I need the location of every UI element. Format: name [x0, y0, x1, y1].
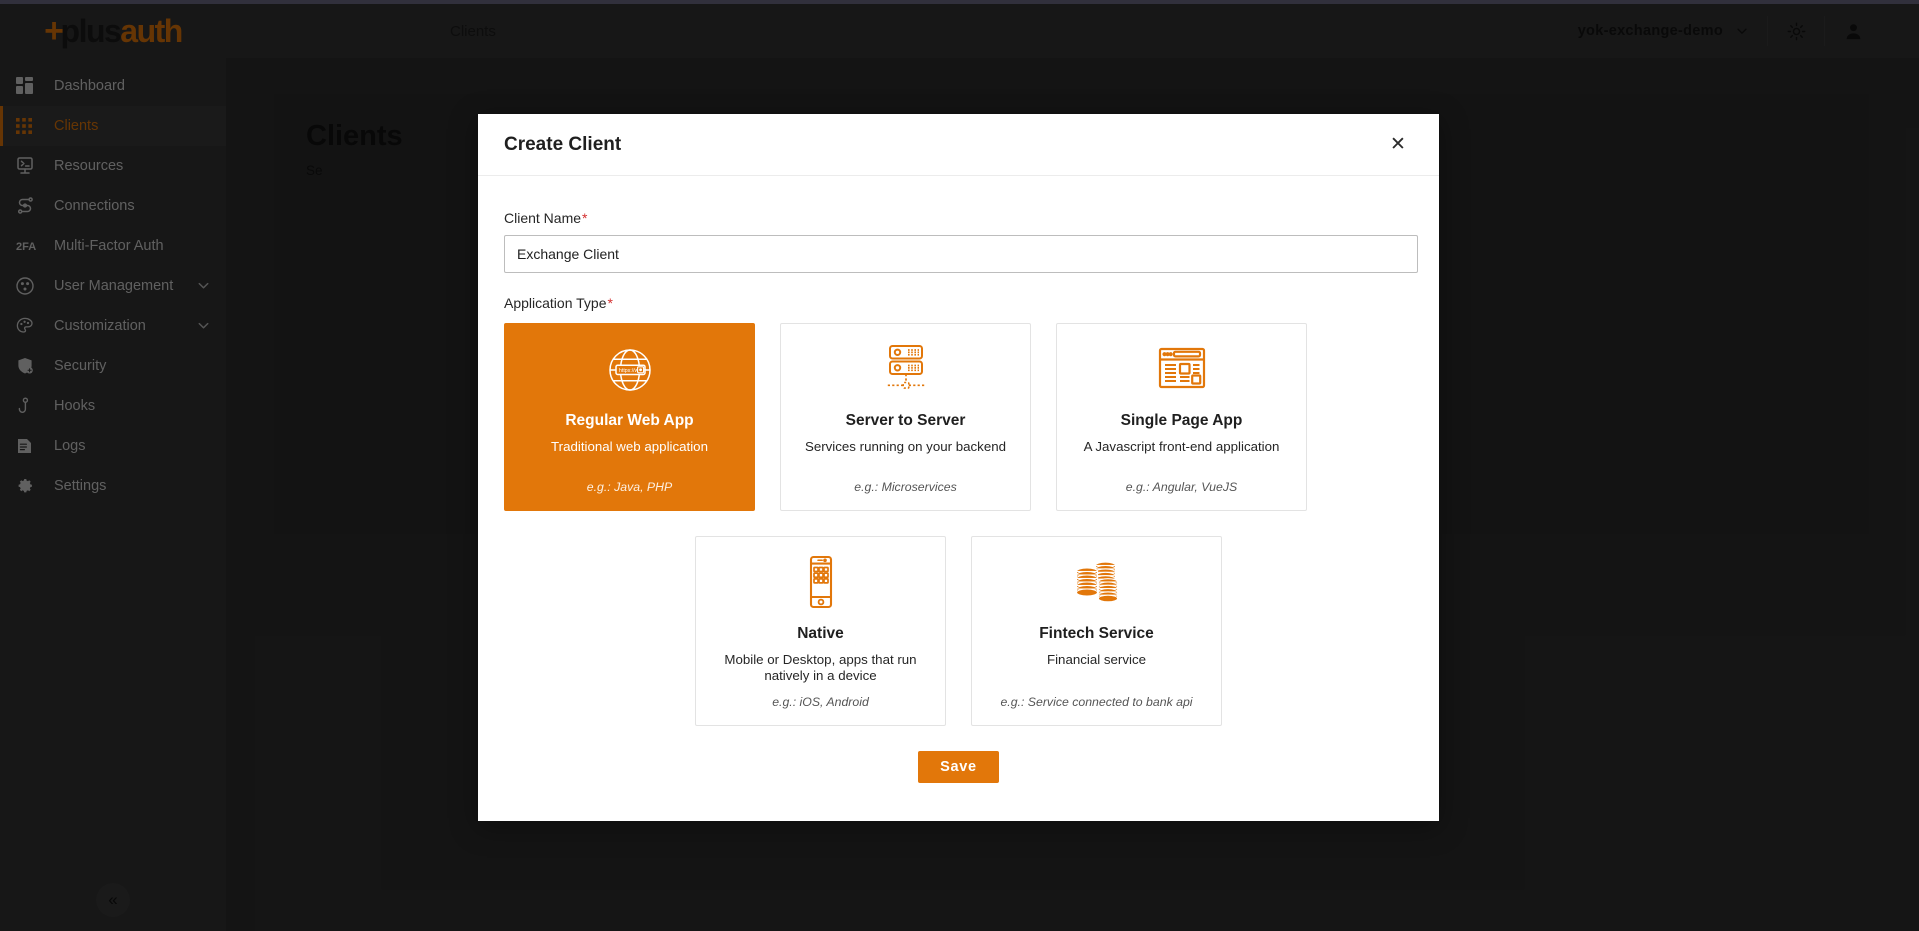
app-type-example: e.g.: iOS, Android — [772, 683, 869, 709]
app-type-title: Fintech Service — [1039, 625, 1154, 643]
app-type-example: e.g.: Angular, VueJS — [1126, 468, 1237, 494]
modal-header: Create Client ✕ — [478, 114, 1439, 176]
client-name-label: Client Name* — [504, 210, 1413, 226]
app-type-card-regular-web-app[interactable]: https://www Regular Web App Traditional … — [504, 323, 755, 511]
app-type-title: Server to Server — [846, 412, 966, 430]
client-name-input[interactable] — [504, 235, 1418, 273]
app-type-title: Single Page App — [1121, 412, 1243, 430]
globe-web-icon: https://www — [603, 342, 657, 398]
app-type-description: Traditional web application — [551, 439, 708, 455]
smartphone-icon — [801, 555, 841, 611]
required-asterisk: * — [607, 295, 612, 311]
app-type-example: e.g.: Service connected to bank api — [1000, 683, 1192, 709]
application-type-row-2: Native Mobile or Desktop, apps that run … — [504, 536, 1413, 726]
application-type-label-text: Application Type — [504, 295, 606, 311]
coin-stacks-icon — [1068, 555, 1126, 611]
modal-footer: Save — [478, 735, 1439, 821]
app-type-description: Financial service — [1047, 652, 1146, 668]
app-type-description: Mobile or Desktop, apps that run nativel… — [710, 652, 931, 683]
app-root: +plusauth Dashboard Clients Resou — [0, 0, 1919, 931]
app-type-example: e.g.: Java, PHP — [587, 468, 672, 494]
client-name-label-text: Client Name — [504, 210, 581, 226]
modal-title: Create Client — [504, 134, 621, 156]
server-rack-icon — [877, 342, 935, 398]
app-type-title: Regular Web App — [565, 412, 693, 430]
application-type-label: Application Type* — [504, 295, 1413, 311]
modal-body: Client Name* Application Type* ht — [478, 176, 1439, 735]
app-type-example: e.g.: Microservices — [854, 468, 957, 494]
app-type-description: A Javascript front-end application — [1084, 439, 1280, 455]
app-type-title: Native — [797, 625, 844, 643]
required-asterisk: * — [582, 210, 587, 226]
close-icon[interactable]: ✕ — [1383, 130, 1413, 160]
app-type-card-fintech-service[interactable]: Fintech Service Financial service e.g.: … — [971, 536, 1222, 726]
create-client-modal: Create Client ✕ Client Name* Application… — [478, 114, 1439, 821]
app-type-card-native[interactable]: Native Mobile or Desktop, apps that run … — [695, 536, 946, 726]
browser-window-icon — [1154, 342, 1210, 398]
save-button[interactable]: Save — [918, 751, 999, 783]
application-type-row-1: https://www Regular Web App Traditional … — [504, 323, 1413, 511]
app-type-card-server-to-server[interactable]: Server to Server Services running on you… — [780, 323, 1031, 511]
app-type-description: Services running on your backend — [805, 439, 1006, 455]
app-type-card-single-page-app[interactable]: Single Page App A Javascript front-end a… — [1056, 323, 1307, 511]
